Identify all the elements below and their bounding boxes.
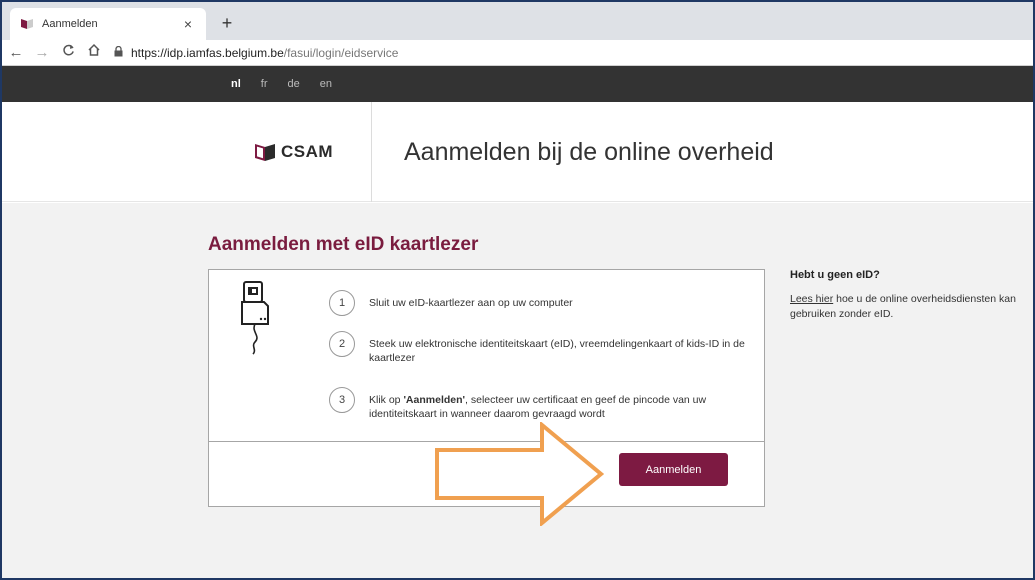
csam-favicon-icon bbox=[21, 19, 33, 29]
lock-icon bbox=[114, 45, 123, 60]
step-2: 2 Steek uw elektronische identiteitskaar… bbox=[329, 331, 769, 365]
read-here-link[interactable]: Lees hier bbox=[790, 293, 833, 305]
tab-title: Aanmelden bbox=[42, 18, 98, 30]
lang-en[interactable]: en bbox=[320, 78, 332, 90]
forward-arrow-icon[interactable]: → bbox=[30, 41, 54, 65]
lang-de[interactable]: de bbox=[288, 78, 300, 90]
url-host: https://idp.iamfas.belgium.be bbox=[131, 45, 284, 60]
login-button[interactable]: Aanmelden bbox=[619, 453, 728, 486]
lang-nl[interactable]: nl bbox=[231, 78, 241, 90]
lang-fr[interactable]: fr bbox=[261, 78, 268, 90]
tab-close-icon[interactable]: × bbox=[180, 16, 196, 32]
tab-strip: Aanmelden × + bbox=[2, 2, 1033, 40]
section-title: Aanmelden met eID kaartlezer bbox=[208, 234, 479, 255]
browser-window: Aanmelden × + ← → https://idp.iamfas.bel… bbox=[0, 0, 1035, 580]
url-path: /fasui/login/eidservice bbox=[283, 45, 399, 60]
step-number: 1 bbox=[329, 290, 355, 316]
home-icon[interactable] bbox=[82, 41, 106, 65]
no-eid-panel: Hebt u geen eID? Lees hier hoe u de onli… bbox=[790, 269, 1033, 322]
page-title: Aanmelden bij de online overheid bbox=[404, 138, 774, 166]
logo-text: CSAM bbox=[281, 142, 334, 161]
annotation-arrow-icon bbox=[435, 422, 604, 526]
side-text: Lees hier hoe u de online overheidsdiens… bbox=[790, 293, 1016, 320]
csam-logo-icon bbox=[255, 144, 275, 161]
step-text: Klik op 'Aanmelden', selecteer uw certif… bbox=[369, 394, 707, 420]
page-header: CSAM Aanmelden bij de online overheid bbox=[2, 102, 1033, 202]
step-3: 3 Klik op 'Aanmelden', selecteer uw cert… bbox=[329, 387, 769, 421]
step-text: Steek uw elektronische identiteitskaart … bbox=[369, 338, 745, 364]
step-number: 3 bbox=[329, 387, 355, 413]
step-number: 2 bbox=[329, 331, 355, 357]
step-bold-text: 'Aanmelden' bbox=[403, 394, 466, 406]
browser-tab[interactable]: Aanmelden × bbox=[10, 8, 206, 40]
csam-logo[interactable]: CSAM bbox=[254, 142, 333, 162]
new-tab-icon[interactable]: + bbox=[216, 12, 238, 34]
back-arrow-icon[interactable]: ← bbox=[4, 41, 28, 65]
header-divider bbox=[371, 102, 372, 202]
step-text: Sluit uw eID-kaartlezer aan op uw comput… bbox=[369, 297, 573, 309]
browser-toolbar: ← → https://idp.iamfas.belgium.be/fasui/… bbox=[2, 40, 1033, 66]
reload-icon[interactable] bbox=[56, 41, 80, 65]
side-title: Hebt u geen eID? bbox=[790, 269, 880, 281]
step-1: 1 Sluit uw eID-kaartlezer aan op uw comp… bbox=[329, 290, 769, 316]
card-reader-icon bbox=[241, 281, 269, 355]
language-bar: nl fr de en bbox=[2, 66, 1033, 102]
address-bar[interactable]: https://idp.iamfas.belgium.be/fasui/logi… bbox=[114, 42, 398, 64]
